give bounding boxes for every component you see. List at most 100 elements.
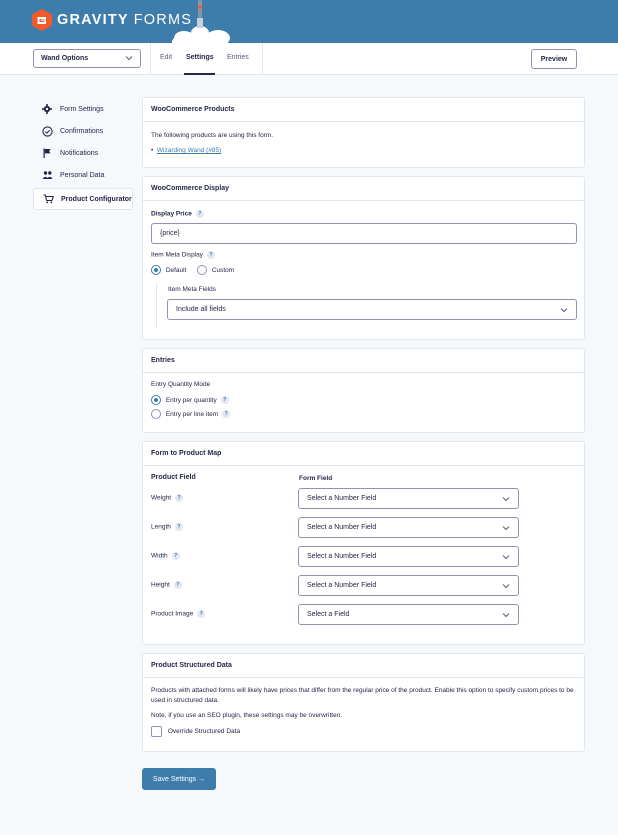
- panel-title: WooCommerce Products: [143, 98, 584, 122]
- panel-title: Product Structured Data: [143, 654, 584, 678]
- help-icon[interactable]: ?: [174, 523, 183, 531]
- entry-per-quantity-option[interactable]: Entry per quantity?: [151, 395, 229, 405]
- structured-data-description: Products with attached forms will likely…: [151, 687, 574, 704]
- map-row-field: Width: [151, 552, 168, 560]
- item-meta-default-option[interactable]: Default: [151, 265, 186, 275]
- tab-edit[interactable]: Edit: [160, 54, 172, 61]
- sidebar-item-product-configurator[interactable]: Product Configurator: [33, 188, 133, 210]
- display-price-label-text: Display Price: [151, 210, 192, 218]
- override-structured-data-checkbox[interactable]: [151, 726, 162, 737]
- map-row-label: Length?: [151, 523, 183, 531]
- map-select-value: Select a Number Field: [307, 553, 377, 560]
- map-select-value: Select a Number Field: [307, 495, 377, 502]
- top-bar: GRAVITY FORMS: [0, 0, 618, 43]
- chevron-down-icon: [560, 307, 568, 312]
- flag-icon: [41, 147, 53, 159]
- map-row-label: Product Image?: [151, 610, 206, 618]
- form-field-column-header: Form Field: [299, 475, 333, 482]
- rocket-illustration: [172, 0, 230, 43]
- map-row-field: Height: [151, 581, 170, 589]
- divider: [262, 43, 263, 75]
- form-toolbar: Wand Options Edit Settings Entries Previ…: [0, 43, 618, 75]
- form-switcher-select[interactable]: Wand Options: [33, 49, 141, 68]
- help-icon[interactable]: ?: [171, 552, 180, 560]
- preview-button[interactable]: Preview: [531, 49, 577, 69]
- map-select[interactable]: Select a Field: [298, 604, 519, 625]
- sidebar-item-label: Form Settings: [60, 105, 104, 113]
- brand-name-bold: GRAVITY: [57, 12, 129, 28]
- active-tab-indicator: [184, 73, 215, 75]
- radio-entry-per-quantity-label: Entry per quantity: [165, 396, 217, 404]
- help-icon[interactable]: ?: [222, 410, 231, 418]
- tab-entries[interactable]: Entries: [227, 54, 249, 61]
- products-intro-text: The following products are using this fo…: [151, 132, 274, 139]
- panel-title: Form to Product Map: [143, 442, 584, 466]
- chevron-down-icon: [125, 56, 133, 61]
- item-meta-fields-label: Item Meta Fields: [168, 286, 217, 293]
- map-select[interactable]: Select a Number Field: [298, 517, 519, 538]
- radio-custom[interactable]: [197, 265, 207, 275]
- help-icon[interactable]: ?: [197, 610, 206, 618]
- map-row-field: Product Image: [151, 610, 194, 618]
- radio-default[interactable]: [151, 265, 161, 275]
- panel-title: WooCommerce Display: [143, 177, 584, 201]
- structured-data-note: Note, if you use an SEO plugin, these se…: [151, 712, 343, 719]
- map-row-label: Width?: [151, 552, 180, 560]
- map-row-field: Length: [151, 523, 171, 531]
- tab-settings[interactable]: Settings: [186, 54, 214, 61]
- map-select[interactable]: Select a Number Field: [298, 575, 519, 596]
- sidebar-item-confirmations[interactable]: Confirmations: [33, 121, 133, 141]
- divider: [150, 43, 151, 75]
- chevron-down-icon: [502, 583, 510, 588]
- item-meta-fields-select[interactable]: Include all fields: [167, 299, 577, 320]
- help-icon[interactable]: ?: [220, 396, 229, 404]
- cart-icon: [42, 193, 54, 205]
- item-meta-fields-value: Include all fields: [176, 306, 226, 313]
- display-price-value: {price}: [160, 230, 180, 237]
- item-meta-display-label: Item Meta Display?: [151, 251, 216, 259]
- sidebar-item-personal-data[interactable]: Personal Data: [33, 165, 133, 185]
- radio-custom-label: Custom: [211, 266, 235, 274]
- chevron-down-icon: [502, 496, 510, 501]
- product-link[interactable]: Wizarding Wand (#85): [157, 147, 221, 154]
- product-structured-data-panel: Product Structured Data Products with at…: [142, 653, 585, 752]
- radio-entry-per-line[interactable]: [151, 409, 161, 419]
- map-row-label: Height?: [151, 581, 182, 589]
- sidebar-item-label: Product Configurator: [61, 195, 132, 203]
- map-select[interactable]: Select a Number Field: [298, 488, 519, 509]
- product-field-column-header: Product Field: [151, 474, 196, 481]
- sidebar-item-label: Notifications: [60, 149, 99, 157]
- sidebar-item-label: Confirmations: [60, 127, 104, 135]
- check-circle-icon: [41, 125, 53, 137]
- nested-indent-line: [156, 283, 157, 327]
- form-to-product-map-panel: Form to Product Map Product Field Form F…: [142, 441, 585, 645]
- map-select-value: Select a Field: [307, 611, 350, 618]
- product-list-item: • Wizarding Wand (#85): [151, 147, 221, 154]
- map-select-value: Select a Number Field: [307, 524, 377, 531]
- chevron-down-icon: [502, 525, 510, 530]
- display-price-input[interactable]: {price}: [151, 223, 577, 244]
- override-structured-data-option[interactable]: Override Structured Data: [151, 726, 240, 737]
- sidebar-item-notifications[interactable]: Notifications: [33, 143, 133, 163]
- gravity-forms-logo-icon: [32, 9, 52, 31]
- radio-entry-per-quantity[interactable]: [151, 395, 161, 405]
- chevron-down-icon: [502, 554, 510, 559]
- map-select-value: Select a Number Field: [307, 582, 377, 589]
- sidebar-item-form-settings[interactable]: Form Settings: [33, 99, 133, 119]
- gear-icon: [41, 103, 53, 115]
- entry-per-line-option[interactable]: Entry per line item?: [151, 409, 231, 419]
- panel-title: Entries: [143, 349, 584, 373]
- woocommerce-products-panel: WooCommerce Products The following produ…: [142, 97, 585, 168]
- help-icon[interactable]: ?: [175, 494, 184, 502]
- entry-quantity-mode-label: Entry Quantity Mode: [151, 381, 211, 388]
- help-icon[interactable]: ?: [207, 251, 216, 259]
- map-row-label: Weight?: [151, 494, 184, 502]
- help-icon[interactable]: ?: [173, 581, 182, 589]
- item-meta-custom-option[interactable]: Custom: [197, 265, 234, 275]
- save-settings-button[interactable]: Save Settings →: [142, 768, 216, 790]
- map-select[interactable]: Select a Number Field: [298, 546, 519, 567]
- item-meta-display-label-text: Item Meta Display: [151, 251, 204, 259]
- help-icon[interactable]: ?: [195, 210, 204, 218]
- people-icon: [41, 169, 53, 181]
- map-row-field: Weight: [151, 494, 172, 502]
